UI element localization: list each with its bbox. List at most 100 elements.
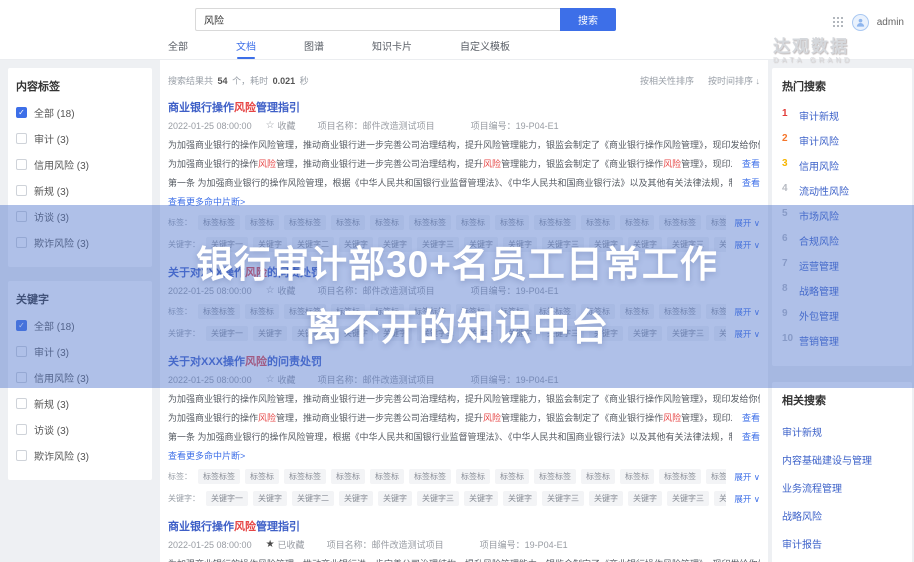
hot-search-item[interactable]: 4流动性风险 — [782, 183, 902, 198]
tab-文档[interactable]: 文档 — [236, 38, 256, 59]
tag-chip: 标签标签 — [198, 469, 240, 484]
checkbox-icon[interactable] — [16, 450, 27, 461]
sidebar-filter-item[interactable]: 欺诈风险 (3) — [16, 448, 144, 463]
result-title[interactable]: 关于对XXX操作风险的问责处罚 — [168, 353, 760, 369]
checkbox-icon[interactable] — [16, 398, 27, 409]
related-search-item[interactable]: 审计新规 — [782, 424, 902, 439]
tab-全部[interactable]: 全部 — [168, 38, 188, 59]
favorite-star-icon[interactable]: ☆ — [266, 374, 275, 385]
view-link[interactable]: 查看 — [742, 430, 760, 443]
checkbox-icon[interactable] — [16, 159, 27, 170]
tag-chip: 标签标签 — [409, 469, 451, 484]
expand-link[interactable]: 展开 ∨ — [734, 239, 760, 251]
user-avatar[interactable] — [852, 14, 869, 31]
favorite-star-icon[interactable]: ☆ — [266, 120, 275, 131]
expand-link[interactable]: 展开 ∨ — [734, 328, 760, 340]
checkbox-icon[interactable] — [16, 237, 27, 248]
result-item: 关于对XXX操作风险的问责处罚2022-01-25 08:00:00☆收藏项目名… — [168, 264, 760, 341]
hot-search-item[interactable]: 7运营管理 — [782, 258, 902, 273]
view-link[interactable]: 查看 — [742, 176, 760, 189]
checkbox-icon[interactable]: ✓ — [16, 107, 27, 118]
sidebar-filter-item[interactable]: 访谈 (3) — [16, 209, 144, 224]
view-link[interactable]: 查看 — [742, 157, 760, 170]
sidebar-filter-item[interactable]: 信用风险 (3) — [16, 157, 144, 172]
favorite-star-icon[interactable]: ☆ — [266, 285, 275, 296]
snippet-line-1-text: 为加强商业银行的操作风险管理，推动商业银行进一步完善公司治理结构，提升风险管理能… — [168, 138, 760, 151]
checkbox-icon[interactable] — [16, 346, 27, 357]
tab-图谱[interactable]: 图谱 — [304, 38, 324, 59]
sort-by-time[interactable]: 按时间排序 ↓ — [708, 74, 760, 87]
right-panel: 热门搜索 1审计新规2审计风险3信用风险4流动性风险5市场风险6合规风险7运营管… — [772, 68, 912, 562]
sidebar-filter-item[interactable]: 信用风险 (3) — [16, 370, 144, 385]
view-link[interactable]: 查看 — [742, 411, 760, 424]
related-search-item[interactable]: 战略风险 — [782, 508, 902, 523]
sidebar-filter-item[interactable]: 新规 (3) — [16, 396, 144, 411]
username-label: admin — [877, 17, 904, 28]
sidebar-filter-item[interactable]: 审计 (3) — [16, 131, 144, 146]
tag-row: 标签：标签标签标签标标签标签标签标标签标标签标签标签标标签标标签标签标签标标签标… — [168, 215, 760, 230]
sidebar-section-title: 关键字 — [16, 291, 144, 307]
hot-rank: 6 — [782, 233, 792, 248]
filter-label: 全部 (18) — [34, 105, 75, 120]
snippet-line-3-text: 第一条 为加强商业银行的操作风险管理，根据《中华人民共和国银行业监督管理法》、《… — [168, 176, 732, 189]
sidebar-filter-item[interactable]: 审计 (3) — [16, 344, 144, 359]
keyword-chip: 关键字 — [378, 237, 412, 252]
favorite-label[interactable]: 收藏 — [278, 119, 296, 132]
keyword-chip: 关键字 — [339, 491, 373, 506]
favorite-label[interactable]: 收藏 — [278, 284, 296, 297]
keyword-chip: 关键字 — [589, 237, 623, 252]
hot-search-item[interactable]: 3信用风险 — [782, 158, 902, 173]
expand-link[interactable]: 展开 ∨ — [734, 306, 760, 318]
sidebar-filter-item[interactable]: ✓全部 (18) — [16, 318, 144, 333]
hot-label: 合规风险 — [799, 233, 839, 248]
hot-search-item[interactable]: 8战略管理 — [782, 283, 902, 298]
checkbox-icon[interactable] — [16, 133, 27, 144]
tab-自定义模板[interactable]: 自定义模板 — [460, 38, 510, 59]
hot-search-item[interactable]: 10营销管理 — [782, 333, 902, 348]
sidebar-filter-item[interactable]: 访谈 (3) — [16, 422, 144, 437]
expand-link[interactable]: 展开 ∨ — [734, 471, 760, 483]
favorite-label[interactable]: 已收藏 — [278, 538, 305, 551]
result-title[interactable]: 商业银行操作风险管理指引 — [168, 518, 760, 534]
keyword-chip: 关键字 — [589, 326, 623, 341]
expand-link[interactable]: 展开 ∨ — [734, 217, 760, 229]
sidebar-filter-item[interactable]: ✓ 全部 (18) — [16, 105, 144, 120]
results-time: 0.021 — [273, 76, 296, 86]
search-button[interactable]: 搜索 — [560, 8, 616, 31]
checkbox-icon[interactable]: ✓ — [16, 320, 27, 331]
related-search-item[interactable]: 内容基础建设与管理 — [782, 452, 902, 467]
checkbox-icon[interactable] — [16, 424, 27, 435]
related-search-item[interactable]: 业务流程管理 — [782, 480, 902, 495]
related-search-item[interactable]: 审计报告 — [782, 536, 902, 551]
more-snippets-link[interactable]: 查看更多命中片断> — [168, 195, 760, 208]
more-snippets-link[interactable]: 查看更多命中片断> — [168, 449, 760, 462]
tag-chip: 标签标 — [620, 469, 654, 484]
keyword-chip: 关键字一 — [206, 491, 248, 506]
hot-search-item[interactable]: 9外包管理 — [782, 308, 902, 323]
tab-知识卡片[interactable]: 知识卡片 — [372, 38, 412, 59]
favorite-star-icon[interactable]: ★ — [266, 539, 275, 550]
expand-link[interactable]: 展开 ∨ — [734, 493, 760, 505]
highlighted-term: 风险 — [234, 102, 256, 114]
tag-chip: 标签标 — [456, 304, 490, 319]
apps-grid-icon[interactable] — [833, 17, 844, 28]
result-title[interactable]: 关于对XXX操作风险的问责处罚 — [168, 264, 760, 280]
hot-search-item[interactable]: 2审计风险 — [782, 133, 902, 148]
hot-search-item[interactable]: 6 合规风险 — [782, 233, 902, 248]
results-summary: 搜索结果共 54 个，耗时 0.021 秒 — [168, 74, 309, 87]
hot-search-item[interactable]: 5市场风险 — [782, 208, 902, 223]
tag-chips: 标签标签标签标标签标签标签标标签标标签标签标签标标签标标签标签标签标标签标标签标… — [198, 215, 726, 230]
hot-rank: 1 — [782, 108, 792, 123]
checkbox-icon[interactable] — [16, 185, 27, 196]
sort-by-relevance[interactable]: 按相关性排序 — [640, 74, 694, 87]
keyword-chip: 关键字三 — [667, 491, 709, 506]
sidebar-filter-item[interactable]: 新规 (3) — [16, 183, 144, 198]
checkbox-icon[interactable] — [16, 372, 27, 383]
checkbox-icon[interactable] — [16, 211, 27, 222]
hot-search-item[interactable]: 1审计新规 — [782, 108, 902, 123]
person-icon — [855, 17, 866, 28]
sidebar-filter-item[interactable]: 欺诈风险 (3) — [16, 235, 144, 250]
result-title[interactable]: 商业银行操作风险管理指引 — [168, 99, 760, 115]
search-input[interactable] — [195, 8, 560, 31]
favorite-label[interactable]: 收藏 — [278, 373, 296, 386]
